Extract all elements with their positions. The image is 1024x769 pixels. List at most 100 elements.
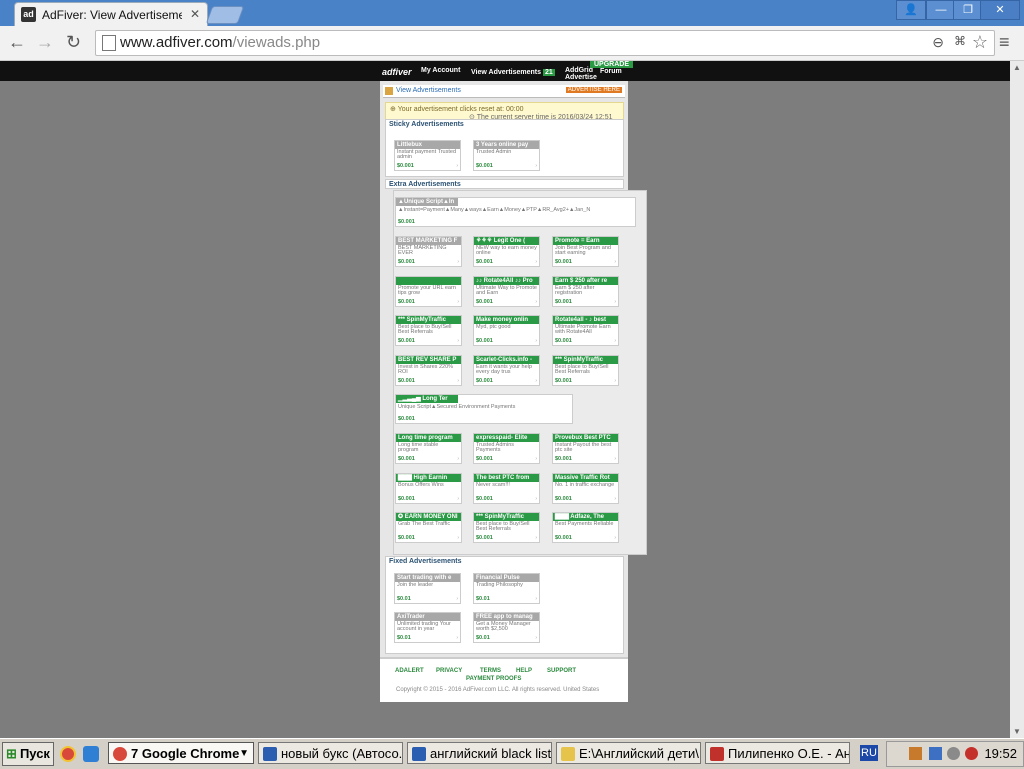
ad-arrow-icon: › xyxy=(614,495,616,502)
ad-box[interactable]: Promote your URL earn tips grow $0.001 › xyxy=(395,275,462,307)
footer-link-privacy[interactable]: PRIVACY xyxy=(436,668,462,674)
ad-arrow-icon: › xyxy=(456,163,458,169)
nav-addgrid[interactable]: AddGrid Advertise xyxy=(565,67,597,81)
speaker-icon[interactable] xyxy=(909,747,922,760)
ad-description: Unique Script▲Secured Environment Paymen… xyxy=(398,404,516,410)
close-tab-icon[interactable]: ✕ xyxy=(190,7,200,21)
footer-link-help[interactable]: HELP xyxy=(516,668,532,674)
antivirus-icon[interactable] xyxy=(965,747,978,760)
taskbar-item-word-1[interactable]: новый букс (Автосо... xyxy=(258,742,403,764)
ad-box[interactable]: ♪♪ Rotate4All ♪♪ Pro Ultimate Way to Prom… xyxy=(473,275,540,307)
network-icon[interactable] xyxy=(929,747,942,760)
scroll-up-icon[interactable]: ▲ xyxy=(1013,63,1021,72)
ad-title: BEST MARKETING F xyxy=(396,237,461,245)
chrome-quicklaunch-icon[interactable] xyxy=(60,746,76,762)
new-tab-button[interactable] xyxy=(205,6,245,24)
ad-box[interactable]: ▇▇▇ Adfaze, The Best Payments Reliable $0.… xyxy=(552,512,619,543)
wide-ad-box[interactable]: ▲Unique Script▲In ▲Instant=Payment▲Many▲… xyxy=(395,197,636,227)
settings-icon[interactable] xyxy=(947,747,960,760)
ad-box[interactable]: 3 Years online pay Trusted Admin $0.001 › xyxy=(473,140,540,171)
ad-price: $0.01 xyxy=(476,596,490,602)
forward-arrow-icon[interactable]: → xyxy=(36,32,54,53)
ad-box[interactable]: Financial Pulse Trading Philosophy $0.01 › xyxy=(473,573,540,604)
ad-box[interactable]: Long time program Long time stable progra… xyxy=(395,433,462,464)
ad-description: Best Payments Reliable xyxy=(555,521,614,527)
taskbar-item-folder[interactable]: E:\Английский дети\... xyxy=(556,742,701,764)
reload-icon[interactable]: ↻ xyxy=(66,32,81,53)
ad-price: $0.001 xyxy=(397,163,414,169)
ad-box[interactable]: ✪ EARN MONEY ONI Grab The Best Traffic $0.… xyxy=(395,512,462,543)
nav-forum[interactable]: Forum xyxy=(600,68,622,75)
footer-link-support[interactable]: SUPPORT xyxy=(547,668,576,674)
ad-box[interactable]: Provebux Best PTC Instant Payout the best… xyxy=(552,433,619,464)
ad-box[interactable]: Promote = Earn Join Best Program and star… xyxy=(552,236,619,267)
ad-arrow-icon: › xyxy=(614,298,616,305)
taskbar-item-chrome[interactable]: 7 Google Chrome ▼ xyxy=(108,742,254,764)
ad-arrow-icon: › xyxy=(457,259,459,265)
wide-ad-box[interactable]: ▁▂▃▄▅ Long Ter Unique Script▲Secured Env… xyxy=(395,394,573,424)
ad-box[interactable]: BEST MARKETING F BEST MARKETING EVER $0.00… xyxy=(395,236,462,267)
ad-title: Long time program xyxy=(396,434,461,442)
tab-adfiver[interactable]: ad AdFiver: View Advertisement ✕ xyxy=(14,2,208,27)
ad-box[interactable]: The best PTC from Never scam!!! $0.001 › xyxy=(473,472,540,504)
ad-price: $0.001 xyxy=(398,495,415,502)
back-arrow-icon[interactable]: ← xyxy=(8,32,26,53)
adfiver-logo[interactable]: adfiver xyxy=(382,67,412,77)
ad-box[interactable]: FREE app to manag Get a Money Manager wor… xyxy=(473,612,540,643)
ad-arrow-icon: › xyxy=(535,456,537,462)
nav-upgrade[interactable]: UPGRADE xyxy=(590,61,634,68)
ad-box[interactable]: Rotate4all - ♪ best Ultimate Promote Earn… xyxy=(552,315,619,346)
ad-price: $0.001 xyxy=(476,298,493,305)
footer-link-payment-proofs[interactable]: PAYMENT PROOFS xyxy=(466,676,521,682)
windows-taskbar: ⊞ Пуск 7 Google Chrome ▼ новый букс (Автос… xyxy=(0,738,1024,769)
ad-box[interactable]: *** SpinMyTraffic Best place to Buy/Sell … xyxy=(473,512,540,543)
ad-price: $0.001 xyxy=(398,535,415,541)
maximize-button[interactable]: ❐ xyxy=(953,0,983,20)
ad-box[interactable]: Massive Traffic Rot No. 1 in traffic exch… xyxy=(552,472,619,504)
copyright-text: Copyright © 2015 - 2016 AdFiver.com LLC.… xyxy=(396,687,600,693)
scroll-down-icon[interactable]: ▼ xyxy=(1013,727,1021,736)
zoom-icon[interactable]: ⊖ xyxy=(932,34,944,51)
language-indicator[interactable]: RU xyxy=(860,745,878,761)
chrome-menu-icon[interactable]: ≡ xyxy=(999,32,1010,53)
start-button[interactable]: ⊞ Пуск xyxy=(2,742,54,766)
pdf-icon xyxy=(710,747,724,761)
ad-box[interactable]: Littlebux Instant payment Trusted admin $0… xyxy=(394,140,461,171)
address-bar[interactable]: www.adfiver.com/viewads.php ⊖ ⌘ ☆ xyxy=(95,30,995,56)
ad-box[interactable]: *** SpinMyTraffic Best place to Buy/Sell … xyxy=(552,354,619,386)
ad-arrow-icon: › xyxy=(614,535,616,541)
ad-description: Bonus Offers Wins xyxy=(398,481,444,488)
close-window-button[interactable]: ✕ xyxy=(980,0,1020,20)
ad-box[interactable]: Make money onlin Myd, ptc good $0.001 › xyxy=(473,315,540,346)
footer-link-adalert[interactable]: ADALERT xyxy=(395,668,424,674)
ad-price: $0.001 xyxy=(476,535,493,541)
ad-box[interactable]: expresspaid- Elite Trusted Admins Payment… xyxy=(473,433,540,464)
ie-quicklaunch-icon[interactable] xyxy=(83,746,99,762)
ad-box[interactable]: ▇▇▇ High Earnin Bonus Offers Wins $0.001 › xyxy=(395,472,462,504)
ad-box[interactable]: Scarlet-Clicks.info - Earn it wants your … xyxy=(473,354,540,386)
ad-box[interactable]: Earn $ 250 after re Earn $ 250 after regi… xyxy=(552,275,619,307)
ad-price: $0.001 xyxy=(555,535,572,541)
page-scrollbar[interactable]: ▲ ▼ xyxy=(1010,61,1024,738)
advertise-here-button[interactable]: ADVERTISE HERE xyxy=(565,87,622,93)
clock: 19:52 xyxy=(984,746,1017,761)
taskbar-item-pdf[interactable]: Пилипенко О.Е. - Ан... xyxy=(705,742,850,764)
ad-price: $0.001 xyxy=(476,456,493,462)
nav-view-advertisements[interactable]: View Advertisements 21 xyxy=(471,69,555,76)
ad-box[interactable]: AxiTrader Unlimited trading Your account … xyxy=(394,612,461,643)
minimize-button[interactable]: — xyxy=(926,0,956,20)
ad-title: Scarlet-Clicks.info - xyxy=(474,355,539,364)
windows-flag-icon: ⊞ xyxy=(6,746,17,761)
ad-title: 3 Years online pay xyxy=(474,141,539,149)
bookmark-star-icon[interactable]: ☆ xyxy=(972,32,988,53)
ad-title: Massive Traffic Rot xyxy=(553,473,618,482)
nav-my-account[interactable]: My Account xyxy=(421,67,460,74)
translate-icon[interactable]: ⌘ xyxy=(954,34,966,48)
user-profile-icon[interactable]: 👤 xyxy=(896,0,926,20)
ad-box[interactable]: Start trading with e Join the leader $0.01… xyxy=(394,573,461,604)
footer-link-terms[interactable]: TERMS xyxy=(480,668,501,674)
ad-box[interactable]: ⚘⚘⚘ Legit One (NEW way to earn money onl… xyxy=(473,236,540,267)
ad-box[interactable]: BEST REV SHARE P Invest in Shares 220% RO… xyxy=(395,354,462,386)
ad-box[interactable]: *** SpinMyTraffic Best place to Buy/Sell … xyxy=(395,315,462,346)
taskbar-item-word-2[interactable]: английский black list xyxy=(407,742,552,764)
